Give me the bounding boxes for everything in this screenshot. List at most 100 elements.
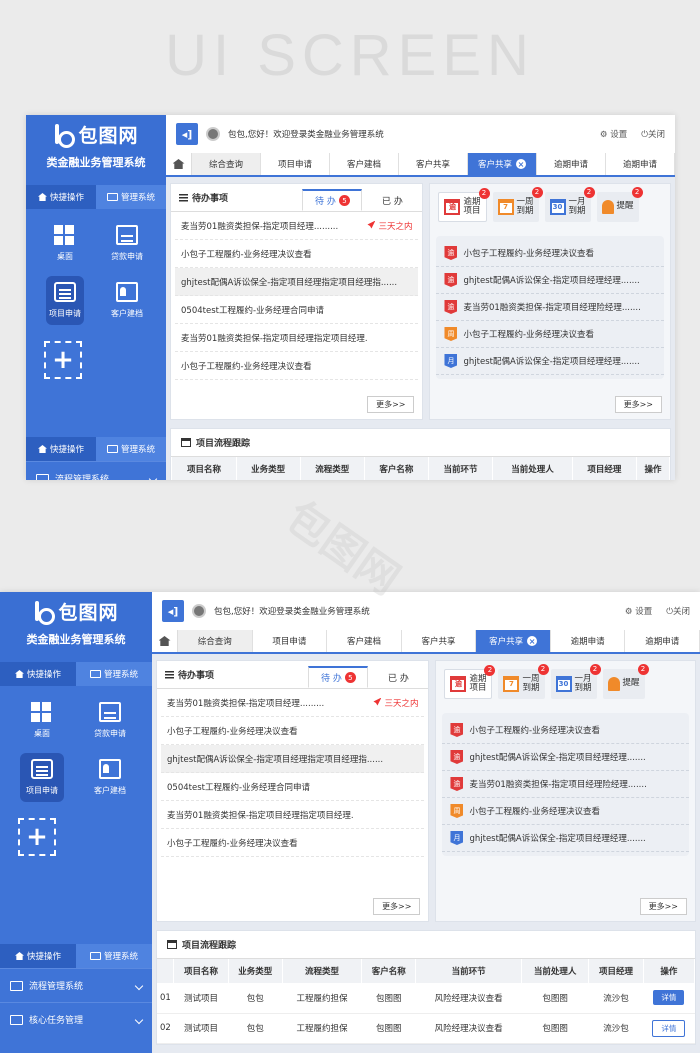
sidebar-menu-0[interactable]: 流程管理系统 bbox=[26, 461, 166, 480]
tab-quick-ops[interactable]: 快捷操作 bbox=[26, 185, 96, 209]
tab-quick-ops[interactable]: 快捷操作 bbox=[0, 662, 76, 686]
quick-item-3[interactable]: 客户建档 bbox=[96, 276, 158, 325]
nav-tab-1[interactable]: 项目申请 bbox=[253, 630, 328, 652]
home-tab[interactable] bbox=[152, 630, 178, 652]
collapse-sidebar-button[interactable]: ◂] bbox=[176, 123, 198, 145]
nav-tab-4[interactable]: 客户共享 × bbox=[476, 630, 551, 652]
quick-item-0[interactable]: 桌面 bbox=[34, 219, 96, 268]
todo-item[interactable]: 0504test工程履约-业务经理合同申请 bbox=[161, 773, 425, 801]
table-row[interactable]: 01 测试项目 包包 工程履约担保 包图图 风险经理决议查看 包图图 流沙包 详情 bbox=[157, 983, 695, 1014]
todo-item[interactable]: 0504test工程履约-业务经理合同申请 bbox=[175, 296, 419, 324]
alert-item[interactable]: 逾小包子工程履约-业务经理决议查看 bbox=[442, 717, 689, 744]
todo-item[interactable]: 小包子工程履约-业务经理决议查看 bbox=[161, 717, 425, 745]
alerts-more-button[interactable]: 更多>> bbox=[639, 898, 687, 915]
nav-tab-0[interactable]: 综合查询 bbox=[192, 153, 261, 175]
category-label: 提醒 bbox=[616, 201, 634, 212]
logo[interactable]: 包图网 bbox=[26, 121, 166, 148]
tab-manage-system[interactable]: 管理系统 bbox=[76, 662, 152, 686]
todo-item[interactable]: 麦当劳01融资类担保-指定项目经理指定项目经理. bbox=[175, 324, 419, 352]
alert-item[interactable]: 周小包子工程履约-业务经理决议查看 bbox=[442, 798, 689, 825]
column-header: 流程类型 bbox=[282, 959, 363, 983]
quick-item-3[interactable]: 客户建档 bbox=[76, 753, 144, 802]
detail-button[interactable]: 详情 bbox=[652, 1019, 686, 1037]
avatar[interactable] bbox=[206, 127, 220, 141]
sidebar-menu-1[interactable]: 核心任务管理 bbox=[0, 1002, 152, 1036]
nav-tab-5[interactable]: 逾期申请 bbox=[537, 153, 606, 175]
todo-item[interactable]: 小包子工程履约-业务经理决议查看 bbox=[175, 240, 419, 268]
alert-item[interactable]: 逾 ghjtest配偶A诉讼保全-指定项目经理经理....... bbox=[442, 744, 689, 771]
alert-item[interactable]: 逾小包子工程履约-业务经理决议查看 bbox=[436, 240, 664, 267]
quick-item-2[interactable]: 项目申请 bbox=[46, 276, 84, 325]
home-tab[interactable] bbox=[166, 153, 192, 175]
alert-item[interactable]: 逾麦当劳01融资类担保-指定项目经理险经理....... bbox=[436, 294, 664, 321]
close-icon[interactable]: × bbox=[516, 159, 526, 169]
nav-tab-5[interactable]: 逾期申请 bbox=[551, 630, 626, 652]
logo[interactable]: 包图网 bbox=[0, 598, 152, 625]
tab-done[interactable]: 已 办 bbox=[368, 666, 428, 688]
logout-button[interactable]: ⏻关闭 bbox=[666, 605, 690, 617]
alert-category-3[interactable]: 提醒 2 bbox=[602, 664, 649, 699]
quick-item-1[interactable]: 贷款申请 bbox=[96, 219, 158, 268]
nav-tab-6[interactable]: 逾期申请 bbox=[606, 153, 675, 175]
add-shortcut-button[interactable]: + bbox=[44, 341, 82, 379]
alerts-more-button[interactable]: 更多>> bbox=[614, 396, 662, 413]
todo-item[interactable]: 小包子工程履约-业务经理决议查看 bbox=[175, 352, 419, 380]
menu-label: 流程管理系统 bbox=[29, 982, 84, 992]
alert-item[interactable]: 月 ghjtest配偶A诉讼保全-指定项目经理经理....... bbox=[442, 825, 689, 852]
alert-category-1[interactable]: 7 一周 到期 2 bbox=[498, 664, 549, 699]
nav-tab-1[interactable]: 项目申请 bbox=[261, 153, 330, 175]
settings-button[interactable]: ⚙ 设置 bbox=[600, 128, 627, 140]
todo-item[interactable]: ghjtest配偶A诉讼保全-指定项目经理指定项目经理指...... bbox=[175, 268, 419, 296]
alert-tag-icon: 逾 bbox=[444, 273, 458, 287]
nav-tab-0[interactable]: 综合查询 bbox=[178, 630, 253, 652]
alert-tag-icon: 逾 bbox=[444, 246, 458, 260]
quick-item-2[interactable]: 项目申请 bbox=[20, 753, 64, 802]
column-header: 操作 bbox=[643, 959, 696, 983]
tab-label: 管理系统 bbox=[120, 193, 155, 203]
tab-manage-system[interactable]: 管理系统 bbox=[96, 437, 166, 461]
todo-more-button[interactable]: 更多>> bbox=[373, 898, 421, 915]
logout-button[interactable]: ⏻关闭 bbox=[641, 128, 665, 140]
alert-item[interactable]: 月 ghjtest配偶A诉讼保全-指定项目经理经理....... bbox=[436, 348, 664, 375]
alert-category-2[interactable]: 30 一月 到期 2 bbox=[550, 664, 601, 699]
collapse-sidebar-button[interactable]: ◂] bbox=[162, 600, 184, 622]
todo-item[interactable]: 麦当劳01融资类担保-指定项目经理指定项目经理. bbox=[161, 801, 425, 829]
tab-todo[interactable]: 待 办5 bbox=[308, 666, 369, 688]
nav-tab-4[interactable]: 客户共享 × bbox=[468, 153, 537, 175]
alert-item[interactable]: 逾 ghjtest配偶A诉讼保全-指定项目经理经理....... bbox=[436, 267, 664, 294]
loan-icon bbox=[99, 702, 121, 722]
add-shortcut-button[interactable]: + bbox=[18, 818, 56, 856]
todo-more-button[interactable]: 更多>> bbox=[367, 396, 415, 413]
nav-tab-6[interactable]: 逾期申请 bbox=[625, 630, 700, 652]
quick-item-0[interactable]: 桌面 bbox=[8, 696, 76, 745]
tab-manage-system[interactable]: 管理系统 bbox=[76, 944, 152, 968]
tab-todo[interactable]: 待 办5 bbox=[302, 189, 363, 211]
alert-category-3[interactable]: 提醒 2 bbox=[596, 187, 643, 222]
quick-item-1[interactable]: 贷款申请 bbox=[76, 696, 144, 745]
alert-category-0[interactable]: 逾逾期 项目 2 bbox=[438, 188, 490, 222]
tab-done[interactable]: 已 办 bbox=[362, 189, 422, 211]
nav-tab-3[interactable]: 客户共享 bbox=[399, 153, 468, 175]
sidebar-menu-0[interactable]: 流程管理系统 bbox=[0, 968, 152, 1002]
tab-quick-ops[interactable]: 快捷操作 bbox=[0, 944, 76, 968]
alert-category-0[interactable]: 逾逾期 项目 2 bbox=[444, 665, 496, 699]
column-header: 项目名称 bbox=[173, 959, 229, 983]
todo-item[interactable]: 小包子工程履约-业务经理决议查看 bbox=[161, 829, 425, 857]
alert-category-2[interactable]: 30 一月 到期 2 bbox=[544, 187, 595, 222]
alert-category-1[interactable]: 7 一周 到期 2 bbox=[492, 187, 543, 222]
nav-tab-2[interactable]: 客户建档 bbox=[330, 153, 399, 175]
close-icon[interactable]: × bbox=[527, 636, 538, 646]
customer-icon bbox=[116, 282, 138, 302]
alert-item[interactable]: 逾麦当劳01融资类担保-指定项目经理险经理....... bbox=[442, 771, 689, 798]
todo-item[interactable]: 麦当劳01融资类担保-指定项目经理......... 三天之内 bbox=[175, 212, 419, 240]
detail-button[interactable]: 详情 bbox=[653, 990, 685, 1006]
nav-tab-3[interactable]: 客户共享 bbox=[402, 630, 477, 652]
avatar[interactable] bbox=[192, 604, 206, 618]
table-row[interactable]: 02 测试项目 包包 工程履约担保 包图图 风险经理决议查看 包图图 流沙包 详情 bbox=[157, 1013, 695, 1044]
tab-manage-system[interactable]: 管理系统 bbox=[96, 185, 166, 209]
todo-item[interactable]: ghjtest配偶A诉讼保全-指定项目经理指定项目经理指...... bbox=[161, 745, 425, 773]
alert-item[interactable]: 周小包子工程履约-业务经理决议查看 bbox=[436, 321, 664, 348]
tab-quick-ops[interactable]: 快捷操作 bbox=[26, 437, 96, 461]
settings-button[interactable]: ⚙ 设置 bbox=[625, 605, 652, 617]
todo-item[interactable]: 麦当劳01融资类担保-指定项目经理......... 三天之内 bbox=[161, 689, 425, 717]
